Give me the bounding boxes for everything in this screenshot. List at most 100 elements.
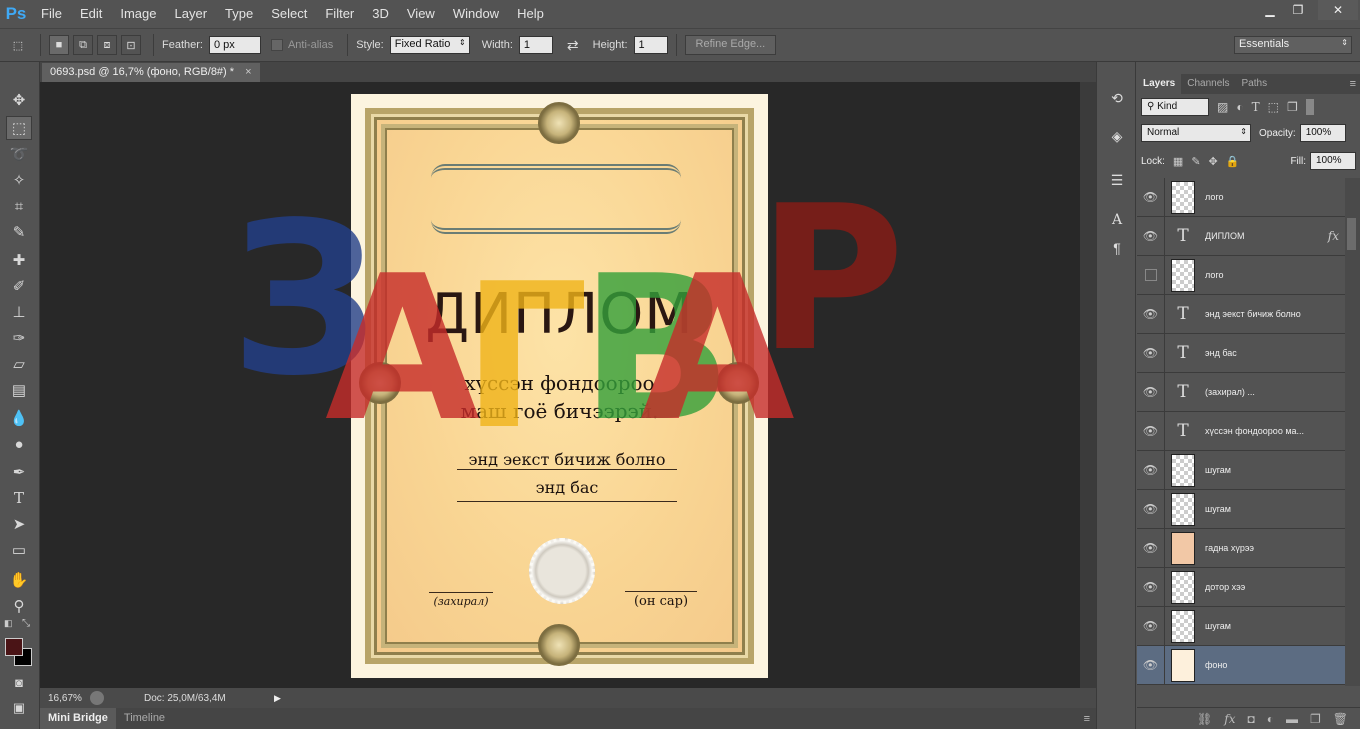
layer-row[interactable]: 👁 T ДИПЛОМ fx: [1137, 216, 1345, 256]
tab-timeline[interactable]: Timeline: [116, 708, 173, 729]
menu-help[interactable]: Help: [508, 0, 553, 28]
diploma-canvas[interactable]: ДИПЛОМ хүссэн фондоороо маш гоё бичээрэй…: [351, 94, 768, 678]
layer-row[interactable]: 👁 T (захирал) ...: [1137, 372, 1345, 412]
close-tab-icon[interactable]: ×: [245, 66, 251, 78]
eye-icon[interactable]: 👁: [1137, 294, 1165, 334]
zoom-tool-icon[interactable]: ⚲: [6, 594, 32, 618]
lock-paint-icon[interactable]: ✎: [1191, 155, 1200, 168]
filter-adjustment-icon[interactable]: ◐: [1236, 100, 1243, 114]
new-layer-icon[interactable]: ❐: [1310, 712, 1321, 726]
eyedropper-tool-icon[interactable]: ✎: [6, 220, 32, 244]
panel-menu-icon[interactable]: ≡: [1084, 713, 1090, 725]
lasso-tool-icon[interactable]: ➰: [6, 142, 32, 166]
link-layers-icon[interactable]: ⛓: [1197, 712, 1212, 726]
layer-name[interactable]: шугам: [1205, 621, 1345, 631]
hidden-eye-icon[interactable]: [1137, 255, 1165, 295]
blend-mode-select[interactable]: Normal ⇕: [1141, 124, 1251, 142]
menu-filter[interactable]: Filter: [316, 0, 363, 28]
filter-shape-icon[interactable]: ⬚: [1268, 100, 1279, 114]
type-tool-icon[interactable]: T: [6, 486, 32, 510]
restore-icon[interactable]: ❐: [1284, 0, 1312, 20]
adjustment-layer-icon[interactable]: ◐: [1267, 712, 1274, 726]
eye-icon[interactable]: 👁: [1137, 333, 1165, 373]
rectangular-marquee-tool-icon[interactable]: ⬚: [6, 116, 32, 140]
add-selection-icon[interactable]: ⧉: [73, 35, 93, 55]
eye-icon[interactable]: 👁: [1137, 606, 1165, 646]
lock-transparency-icon[interactable]: ▦: [1173, 155, 1183, 168]
document-tab[interactable]: 0693.psd @ 16,7% (фоно, RGB/8#) * ×: [42, 63, 260, 82]
kind-filter-select[interactable]: ⚲ Kind: [1141, 98, 1209, 116]
path-selection-tool-icon[interactable]: ➤: [6, 512, 32, 536]
layer-row[interactable]: 👁 гадна хүрээ: [1137, 528, 1345, 568]
add-mask-icon[interactable]: ◘: [1248, 712, 1255, 726]
menu-select[interactable]: Select: [262, 0, 316, 28]
eye-icon[interactable]: 👁: [1137, 489, 1165, 529]
new-selection-icon[interactable]: ■: [49, 35, 69, 55]
filter-toggle-icon[interactable]: [1305, 99, 1314, 115]
layer-name[interactable]: гадна хүрээ: [1205, 543, 1345, 553]
layer-name[interactable]: энд эекст бичиж болно: [1205, 309, 1345, 319]
default-colors-icon[interactable]: ◧: [4, 618, 13, 629]
layer-name[interactable]: лого: [1205, 192, 1345, 202]
gradient-tool-icon[interactable]: ▤: [6, 378, 32, 402]
height-input[interactable]: [633, 36, 668, 54]
delete-layer-icon[interactable]: 🗑: [1333, 712, 1348, 726]
layer-name[interactable]: хүссэн фондоороо ма...: [1205, 426, 1345, 436]
move-tool-icon[interactable]: ✥: [6, 88, 32, 112]
minimize-icon[interactable]: ▁: [1256, 0, 1284, 20]
menu-window[interactable]: Window: [444, 0, 508, 28]
menu-file[interactable]: File: [32, 0, 71, 28]
history-brush-tool-icon[interactable]: ✑: [6, 326, 32, 350]
adjustments-panel-icon[interactable]: ☰: [1105, 168, 1129, 192]
layer-name[interactable]: дотор хээ: [1205, 582, 1345, 592]
filter-type-icon[interactable]: T: [1252, 100, 1260, 114]
menu-view[interactable]: View: [398, 0, 444, 28]
layer-row[interactable]: 👁 шугам: [1137, 489, 1345, 529]
tab-mini-bridge[interactable]: Mini Bridge: [40, 708, 116, 729]
layer-row[interactable]: 👁 дотор хээ: [1137, 567, 1345, 607]
blur-tool-icon[interactable]: 💧: [6, 406, 32, 430]
layer-name[interactable]: фоно: [1205, 660, 1345, 670]
antialias-checkbox[interactable]: [270, 39, 283, 51]
screen-mode-icon[interactable]: ▣: [6, 696, 32, 720]
menu-image[interactable]: Image: [111, 0, 165, 28]
layer-style-icon[interactable]: fx: [1224, 712, 1235, 726]
layer-row[interactable]: 👁 Tхүссэн фондоороо ма...: [1137, 411, 1345, 451]
layers-scrollbar[interactable]: [1345, 178, 1360, 686]
hand-tool-icon[interactable]: ✋: [6, 568, 32, 592]
character-panel-icon[interactable]: A: [1105, 208, 1129, 232]
workspace-select[interactable]: Essentials ⇕: [1234, 36, 1352, 54]
zoom-level[interactable]: 16,67%: [48, 693, 90, 704]
vertical-scrollbar[interactable]: [1080, 82, 1096, 688]
refine-edge-button[interactable]: Refine Edge...: [684, 35, 777, 55]
foreground-color-swatch[interactable]: [5, 638, 23, 656]
clone-stamp-tool-icon[interactable]: ⊥: [6, 300, 32, 324]
status-info-icon[interactable]: [90, 691, 104, 705]
pen-tool-icon[interactable]: ✒: [6, 460, 32, 484]
lock-all-icon[interactable]: 🔒: [1226, 155, 1240, 168]
healing-brush-tool-icon[interactable]: ✚: [6, 248, 32, 272]
paragraph-panel-icon[interactable]: ¶: [1105, 236, 1129, 260]
layers-scrollbar-thumb[interactable]: [1347, 218, 1356, 250]
menu-layer[interactable]: Layer: [166, 0, 217, 28]
eye-icon[interactable]: 👁: [1137, 645, 1165, 685]
layer-name[interactable]: (захирал) ...: [1205, 387, 1345, 397]
eye-icon[interactable]: 👁: [1137, 528, 1165, 568]
tab-paths[interactable]: Paths: [1236, 74, 1274, 94]
layer-row[interactable]: 👁 лого: [1137, 177, 1345, 217]
eye-icon[interactable]: 👁: [1137, 216, 1165, 256]
feather-input[interactable]: [208, 36, 261, 54]
menu-type[interactable]: Type: [216, 0, 262, 28]
filter-smart-object-icon[interactable]: ❐: [1287, 100, 1298, 114]
eye-icon[interactable]: 👁: [1137, 411, 1165, 451]
layer-name[interactable]: энд бас: [1205, 348, 1345, 358]
layer-row[interactable]: 👁 Tэнд эекст бичиж болно: [1137, 294, 1345, 334]
magic-wand-tool-icon[interactable]: ✧: [6, 168, 32, 192]
eye-icon[interactable]: 👁: [1137, 177, 1165, 217]
rectangle-tool-icon[interactable]: ▭: [6, 538, 32, 562]
marquee-tool-preset-icon[interactable]: ⬚: [8, 35, 28, 55]
3d-panel-icon[interactable]: ◈: [1105, 124, 1129, 148]
menu-3d[interactable]: 3D: [363, 0, 398, 28]
layer-effects-icon[interactable]: fx: [1328, 229, 1339, 243]
fill-input[interactable]: 100%: [1310, 152, 1356, 170]
